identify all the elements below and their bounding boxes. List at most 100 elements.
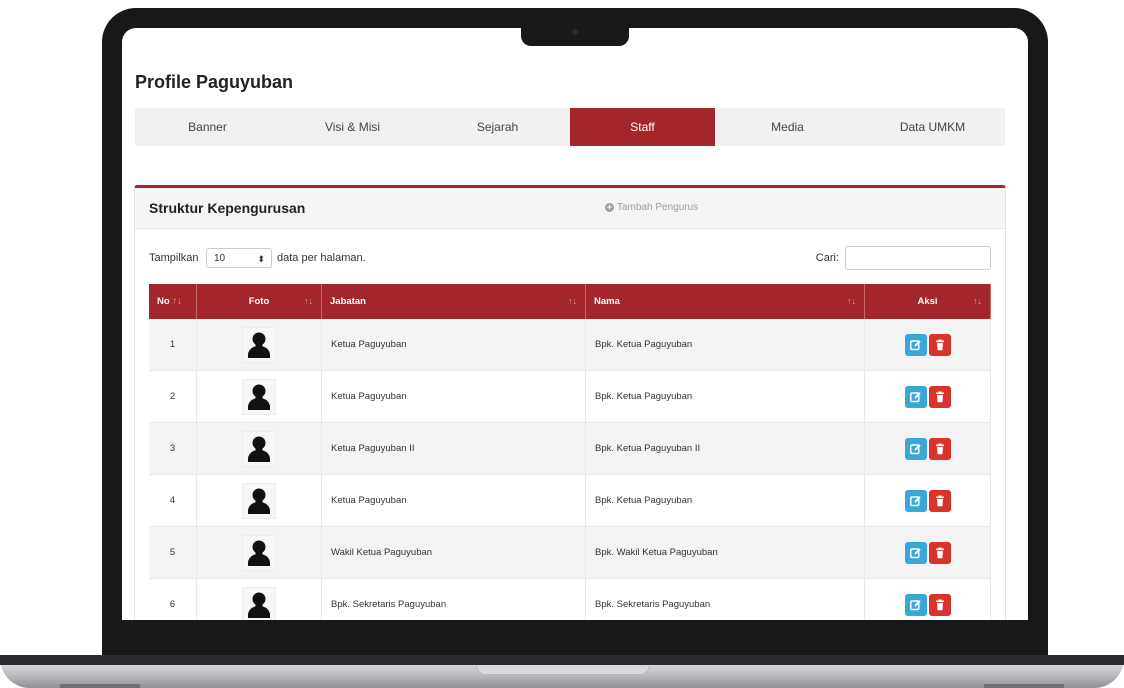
cell-no: 1 — [149, 319, 197, 371]
hinge-notch — [476, 665, 650, 675]
tab-media[interactable]: Media — [715, 108, 860, 146]
tab-staff[interactable]: Staff — [570, 108, 715, 146]
edit-button[interactable] — [904, 333, 927, 356]
base-foot-left — [60, 684, 140, 688]
cell-nama: Bpk. Ketua Paguyuban — [585, 319, 865, 371]
delete-button[interactable] — [928, 437, 951, 460]
table-row: 2 Ketua Paguyuban Bpk. Ketua Paguyuban — [149, 370, 991, 423]
cell-aksi — [864, 370, 991, 423]
column-header-nama[interactable]: Nama ↑↓ — [585, 284, 865, 319]
column-label-foto: Foto — [248, 296, 270, 307]
delete-button[interactable] — [928, 333, 951, 356]
base-foot-right — [984, 684, 1064, 688]
edit-button[interactable] — [904, 541, 927, 564]
per-page-label: data per halaman. — [277, 252, 366, 264]
cell-no: 2 — [149, 370, 197, 423]
column-label-nama: Nama — [594, 296, 620, 307]
cell-aksi — [864, 526, 991, 579]
cell-no: 4 — [149, 474, 197, 527]
search-label: Cari: — [815, 252, 839, 264]
cell-no: 3 — [149, 422, 197, 475]
table-row: 1 Ketua Paguyuban Bpk. Ketua Paguyuban — [149, 319, 991, 371]
cell-jabatan: Ketua Paguyuban — [321, 319, 587, 371]
page-length-select[interactable]: 10 ⬍ — [206, 248, 272, 268]
column-header-foto[interactable]: Foto ↑↓ — [196, 284, 322, 319]
cell-aksi — [864, 578, 991, 620]
user-silhouette-icon[interactable] — [242, 586, 276, 620]
table-controls: Tampilkan 10 ⬍ data per halaman. Cari: — [149, 246, 991, 272]
table-row: 5 Wakil Ketua Paguyuban Bpk. Wakil Ketua P… — [149, 526, 991, 579]
cell-foto — [196, 422, 322, 475]
camera-icon — [572, 29, 578, 35]
user-silhouette-icon[interactable] — [242, 378, 276, 415]
panel-heading: Struktur Kepengurusan + Tambah Pengurus — [135, 188, 1005, 229]
cell-aksi — [864, 422, 991, 475]
cell-foto — [196, 474, 322, 527]
cell-aksi — [864, 319, 991, 371]
column-label-no: No — [157, 296, 170, 307]
delete-button[interactable] — [928, 541, 951, 564]
plus-circle-icon: + — [605, 202, 614, 212]
table-row: 3 Ketua Paguyuban II Bpk. Ketua Paguyuban … — [149, 422, 991, 475]
edit-button[interactable] — [904, 593, 927, 616]
cell-jabatan: Ketua Paguyuban — [321, 370, 587, 423]
column-header-jabatan[interactable]: Jabatan ↑↓ — [321, 284, 587, 319]
tab-visi-misi[interactable]: Visi & Misi — [280, 108, 425, 146]
cell-jabatan: Ketua Paguyuban — [321, 474, 587, 527]
camera-notch — [521, 24, 629, 46]
cell-nama: Bpk. Wakil Ketua Paguyuban — [585, 526, 865, 579]
staff-panel: Struktur Kepengurusan + Tambah Pengurus … — [134, 185, 1006, 620]
laptop-base — [0, 655, 1124, 688]
cell-aksi — [864, 474, 991, 527]
cell-nama: Bpk. Ketua Paguyuban — [585, 370, 865, 423]
cell-no: 5 — [149, 526, 197, 579]
edit-button[interactable] — [904, 489, 927, 512]
delete-button[interactable] — [928, 593, 951, 616]
cell-foto — [196, 578, 322, 620]
select-arrows-icon: ⬍ — [257, 254, 265, 264]
sort-arrows-icon: ↑↓ — [973, 296, 982, 306]
tab-bar: Banner Visi & Misi Sejarah Staff Media D… — [135, 108, 1005, 146]
table-row: 4 Ketua Paguyuban Bpk. Ketua Paguyuban — [149, 474, 991, 527]
base-edge — [0, 655, 1124, 665]
page-title: Profile Paguyuban — [135, 72, 294, 92]
sort-arrows-icon: ↑↓ — [304, 296, 313, 306]
edit-button[interactable] — [904, 437, 927, 460]
cell-foto — [196, 370, 322, 423]
cell-foto — [196, 319, 322, 371]
cell-no: 6 — [149, 578, 197, 620]
tab-banner[interactable]: Banner — [135, 108, 280, 146]
column-label-aksi: Aksi — [917, 296, 938, 307]
page-length-value: 10 — [214, 253, 226, 264]
table-row: 6 Bpk. Sekretaris Paguyuban Bpk. Sekretari… — [149, 578, 991, 620]
user-silhouette-icon[interactable] — [242, 482, 276, 519]
delete-button[interactable] — [928, 489, 951, 512]
cell-jabatan: Bpk. Sekretaris Paguyuban — [321, 578, 587, 620]
cell-nama: Bpk. Sekretaris Paguyuban — [585, 578, 865, 620]
sort-asc-icon: ↑↓ — [172, 296, 182, 307]
delete-button[interactable] — [928, 385, 951, 408]
column-header-no[interactable]: No ↑↓ — [149, 284, 197, 319]
edit-button[interactable] — [904, 385, 927, 408]
app-screen: Profile Paguyuban Banner Visi & Misi Sej… — [122, 28, 1028, 620]
user-silhouette-icon[interactable] — [242, 326, 276, 363]
cell-foto — [196, 526, 322, 579]
user-silhouette-icon[interactable] — [242, 534, 276, 571]
add-staff-button[interactable]: + Tambah Pengurus — [605, 202, 698, 213]
cell-nama: Bpk. Ketua Paguyuban — [585, 474, 865, 527]
cell-jabatan: Wakil Ketua Paguyuban — [321, 526, 587, 579]
column-header-aksi[interactable]: Aksi ↑↓ — [864, 284, 991, 319]
search-input[interactable] — [845, 246, 991, 270]
tab-sejarah[interactable]: Sejarah — [425, 108, 570, 146]
staff-table: No ↑↓ Foto ↑↓ Jabatan ↑↓ Nama ↑↓ Aksi ↑↓ 1 Ke… — [149, 284, 991, 620]
cell-nama: Bpk. Ketua Paguyuban II — [585, 422, 865, 475]
tab-data-umkm[interactable]: Data UMKM — [860, 108, 1005, 146]
panel-title: Struktur Kepengurusan — [149, 200, 306, 216]
show-label: Tampilkan — [149, 252, 199, 264]
sort-arrows-icon: ↑↓ — [568, 296, 578, 306]
add-staff-label: Tambah Pengurus — [617, 202, 699, 213]
column-label-jabatan: Jabatan — [330, 296, 366, 307]
sort-arrows-icon: ↑↓ — [847, 296, 856, 306]
user-silhouette-icon[interactable] — [242, 430, 276, 467]
cell-jabatan: Ketua Paguyuban II — [321, 422, 587, 475]
